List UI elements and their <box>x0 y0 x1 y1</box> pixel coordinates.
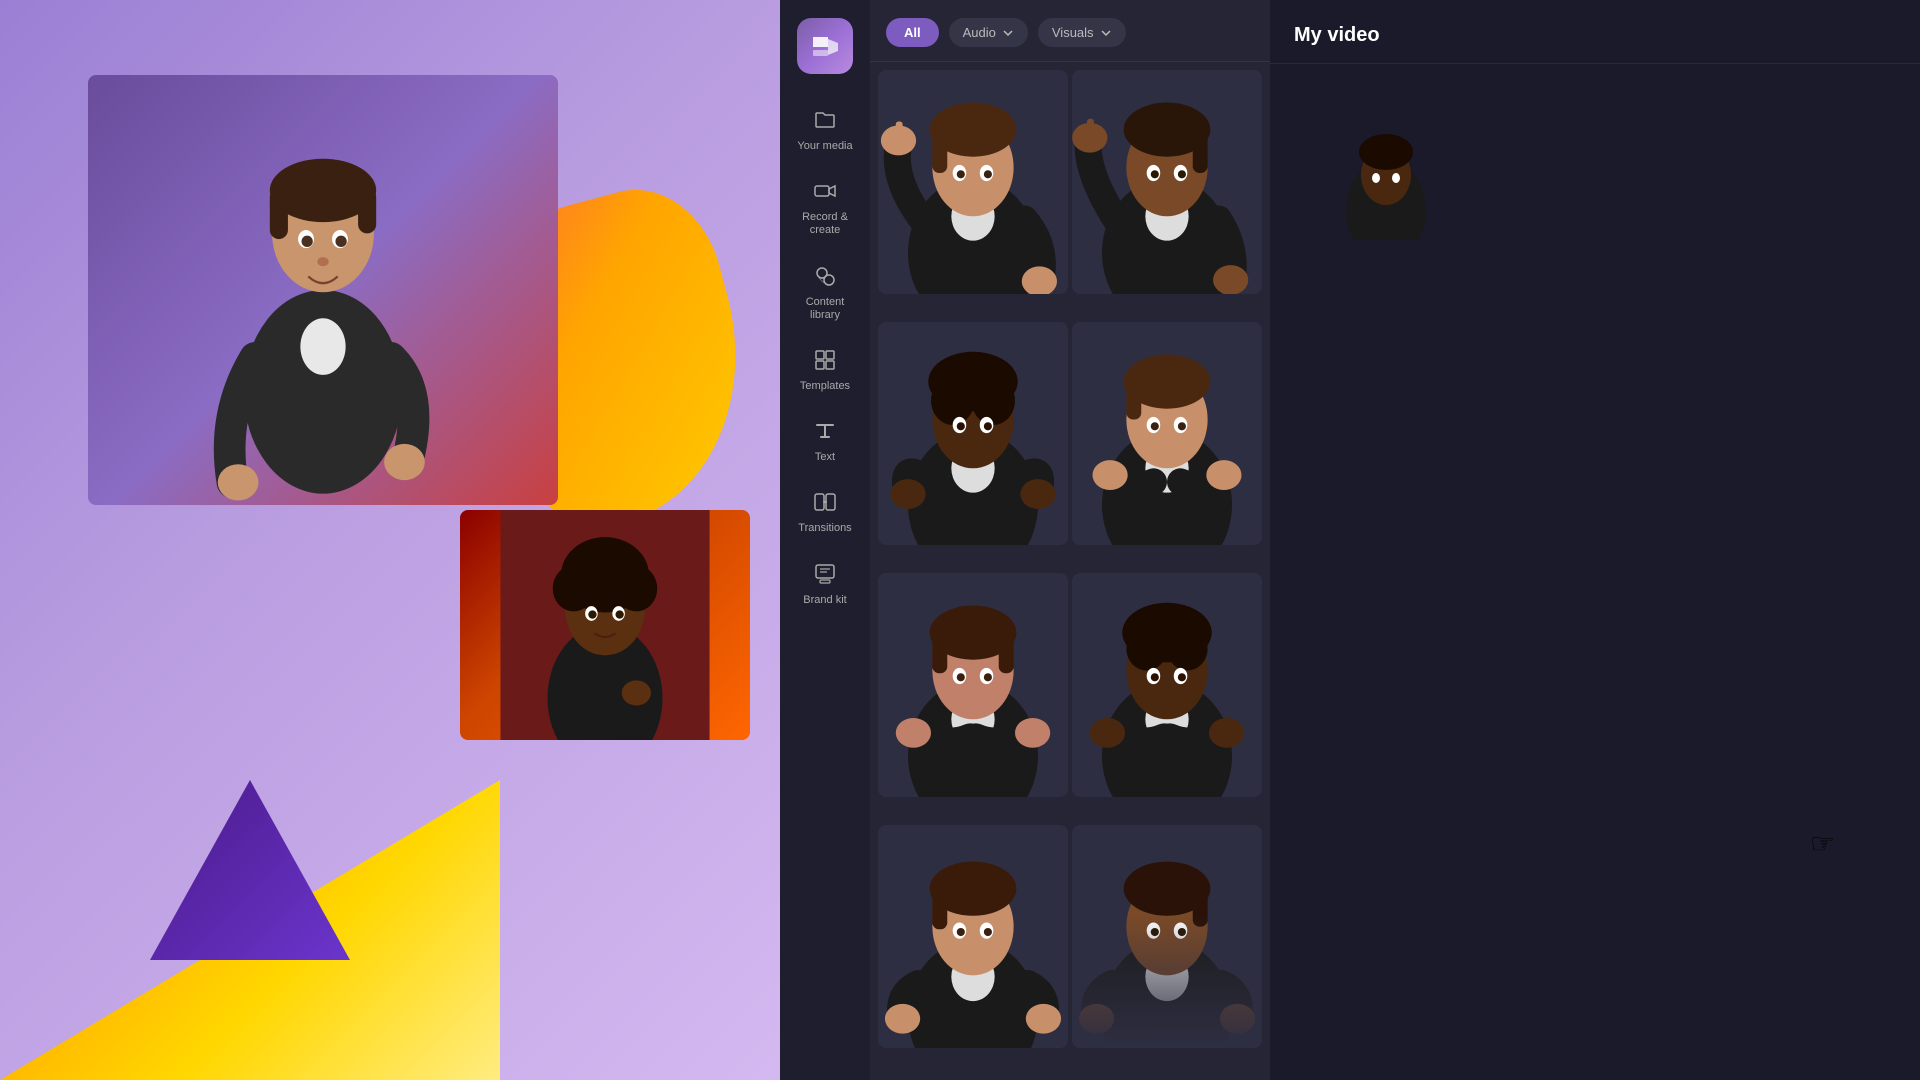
brand-kit-icon <box>811 560 839 588</box>
filter-audio-button[interactable]: Audio <box>949 18 1028 47</box>
chevron-down-icon-2 <box>1100 27 1112 39</box>
avatar-card-1[interactable] <box>878 70 1068 294</box>
sidebar-templates-label: Templates <box>800 380 850 393</box>
main-avatar-svg <box>88 75 558 505</box>
decorative-purple-triangle <box>150 780 350 960</box>
avatar-card-5[interactable] <box>878 573 1068 797</box>
avatar-card-3[interactable] <box>878 322 1068 546</box>
my-video-thumbnail[interactable] <box>1286 80 1486 240</box>
sidebar-item-brand-kit[interactable]: Brand kit <box>780 548 870 619</box>
sidebar-item-record-create[interactable]: Record &create <box>780 165 870 249</box>
sidebar-record-label: Record &create <box>802 211 848 237</box>
sidebar: Your media Record &create Contentlibrary <box>780 0 870 1080</box>
sidebar-your-media-label: Your media <box>797 140 852 153</box>
avatar-card-7[interactable] <box>878 825 1068 1049</box>
avatar-card-4[interactable] <box>1072 322 1262 546</box>
avatars-grid <box>870 62 1270 1080</box>
folder-icon <box>811 106 839 134</box>
avatar-card-8[interactable] <box>1072 825 1262 1049</box>
text-icon <box>811 417 839 445</box>
filter-visuals-button[interactable]: Visuals <box>1038 18 1126 47</box>
secondary-avatar-svg <box>460 510 750 740</box>
sidebar-brand-kit-label: Brand kit <box>803 594 846 607</box>
sidebar-transitions-label: Transitions <box>798 522 851 535</box>
transitions-icon <box>811 488 839 516</box>
chevron-down-icon <box>1002 27 1014 39</box>
filter-all-button[interactable]: All <box>886 18 939 47</box>
avatar-card-2[interactable] <box>1072 70 1262 294</box>
secondary-video-preview[interactable] <box>460 510 750 740</box>
sidebar-item-content-library[interactable]: Contentlibrary <box>780 250 870 334</box>
sidebar-item-your-media[interactable]: Your media <box>780 94 870 165</box>
content-library-icon <box>811 262 839 290</box>
my-video-content <box>1270 64 1920 256</box>
visuals-label: Visuals <box>1052 25 1094 40</box>
sidebar-item-transitions[interactable]: Transitions <box>780 476 870 547</box>
my-video-panel: My video <box>1270 0 1920 1080</box>
sidebar-text-label: Text <box>815 451 835 464</box>
main-video-preview[interactable] <box>88 75 558 505</box>
audio-label: Audio <box>963 25 996 40</box>
templates-icon <box>811 346 839 374</box>
panel-header: All Audio Visuals <box>870 0 1270 62</box>
my-video-title: My video <box>1270 0 1920 64</box>
sidebar-content-library-label: Contentlibrary <box>806 296 845 322</box>
avatar-card-6[interactable] <box>1072 573 1262 797</box>
canvas-area <box>0 0 780 1080</box>
record-icon <box>811 177 839 205</box>
sidebar-item-templates[interactable]: Templates <box>780 334 870 405</box>
app-logo[interactable] <box>797 18 853 74</box>
content-panel: All Audio Visuals <box>870 0 1270 1080</box>
sidebar-item-text[interactable]: Text <box>780 405 870 476</box>
